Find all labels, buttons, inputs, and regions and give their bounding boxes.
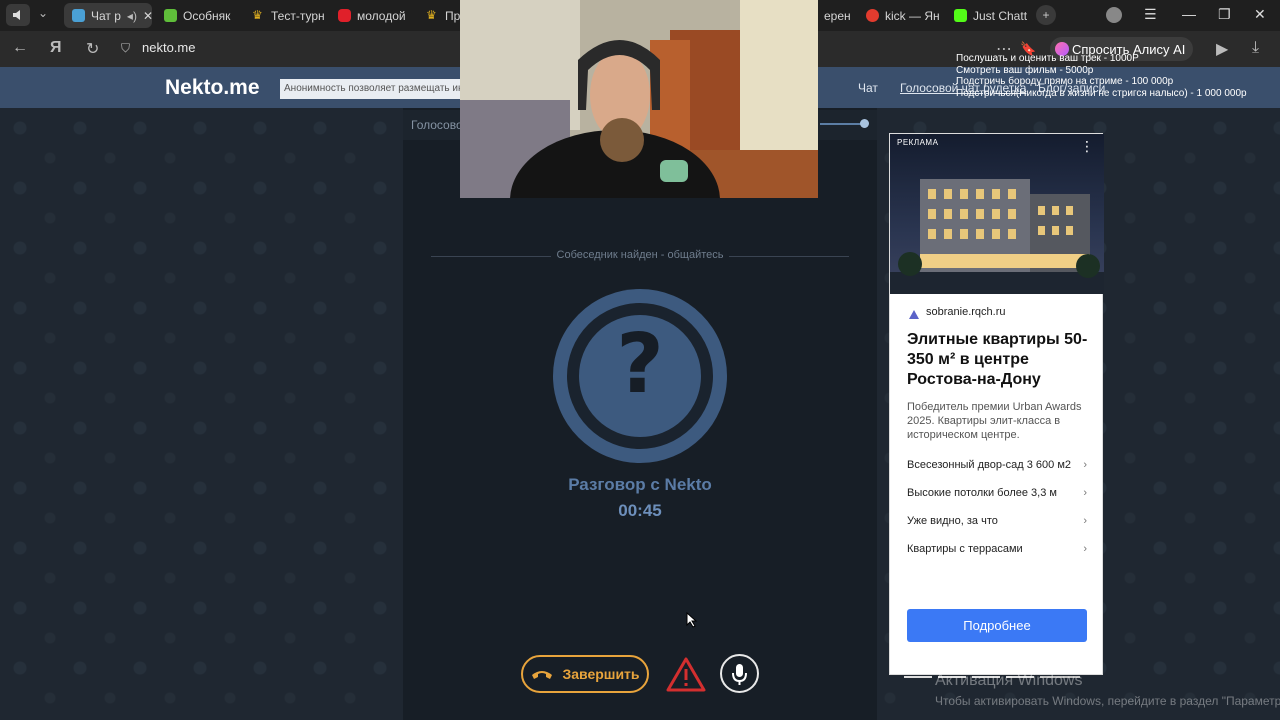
- reload-icon[interactable]: ↻: [86, 39, 99, 59]
- price-line: Подстричь бороду прямо на стриме - 100 0…: [956, 76, 1174, 87]
- windows-activation-subtitle: Чтобы активировать Windows, перейдите в …: [935, 694, 1280, 708]
- ad-link-item[interactable]: Квартиры с террасами ›: [907, 543, 1087, 555]
- ad-description: Победитель премии Urban Awards 2025. Ква…: [907, 401, 1082, 441]
- tab-label: ерен: [824, 8, 851, 23]
- back-icon[interactable]: ←: [12, 39, 28, 57]
- ad-link-label: Уже видно, за что: [907, 515, 998, 527]
- tab-favicon: [164, 9, 177, 22]
- tab-label: Тест-турн: [271, 8, 324, 23]
- ad-domain-icon: [908, 307, 920, 319]
- new-tab-button[interactable]: +: [1036, 5, 1056, 25]
- nav-link-chat[interactable]: Чат: [858, 81, 878, 95]
- ad-link-item[interactable]: Уже видно, за что ›: [907, 515, 1087, 527]
- building-illustration: [890, 179, 1104, 294]
- tab-chat[interactable]: Чат р ◂) ✕: [64, 3, 152, 28]
- ad-title[interactable]: Элитные квартиры 50-350 м² в центре Рост…: [907, 330, 1097, 390]
- partner-found-divider: Собеседник найден - общайтесь: [431, 248, 849, 264]
- tab-test-turn[interactable]: ♛ Тест-турн: [244, 3, 324, 28]
- price-line: Смотреть ваш фильм - 5000р: [956, 64, 1094, 76]
- tab-label: Особняк: [183, 8, 231, 23]
- close-window-button[interactable]: ✕: [1254, 6, 1266, 23]
- partner-found-text: Собеседник найден - общайтесь: [556, 249, 724, 261]
- tab-kick[interactable]: kick — Ян: [858, 3, 942, 28]
- chat-subheader-label: Голосово: [411, 118, 463, 132]
- report-button[interactable]: [666, 656, 706, 692]
- tab-favicon: [72, 9, 85, 22]
- ad-link-item[interactable]: Высокие потолки более 3,3 м ›: [907, 487, 1087, 499]
- close-icon[interactable]: ✕: [143, 9, 152, 23]
- chevron-right-icon: ›: [1083, 487, 1087, 499]
- kick-icon: [954, 9, 967, 22]
- phone-hangup-icon: [532, 671, 553, 679]
- ad-link-label: Квартиры с террасами: [907, 543, 1023, 555]
- sound-icon[interactable]: [6, 4, 30, 26]
- advertisement[interactable]: РЕКЛАМА ⋮ sobranie.rqch.ru Элитные кварт…: [889, 133, 1104, 678]
- download-icon[interactable]: ⤓: [1252, 39, 1259, 57]
- end-call-button[interactable]: Завершить: [521, 655, 649, 693]
- chevron-right-icon: ›: [1083, 543, 1087, 555]
- ad-menu-icon[interactable]: ⋮: [1080, 138, 1094, 155]
- ad-link-label: Высокие потолки более 3,3 м: [907, 487, 1057, 499]
- speaker-icon: ◂): [126, 8, 137, 23]
- tab-pr[interactable]: ♛ Пр: [418, 3, 460, 28]
- ad-domain[interactable]: sobranie.rqch.ru: [926, 306, 1006, 318]
- profile-avatar[interactable]: [1106, 7, 1122, 23]
- shield-icon[interactable]: ⛉: [121, 41, 130, 56]
- crown-icon: ♛: [426, 8, 437, 22]
- volume-slider-handle[interactable]: [860, 119, 869, 128]
- ad-label: РЕКЛАМА: [897, 138, 939, 147]
- ad-building-image[interactable]: РЕКЛАМА ⋮: [890, 134, 1104, 294]
- tab-label: Just Chatt: [973, 8, 1028, 23]
- restore-button[interactable]: ❐: [1218, 6, 1231, 23]
- yandex-home-icon[interactable]: Я: [50, 39, 62, 57]
- news-ticker: Анонимность позволяет размещать инф: [280, 79, 460, 99]
- tab-label: молодой: [357, 8, 406, 23]
- tab-just-chatting[interactable]: Just Chatt: [946, 3, 1028, 28]
- partner-avatar: ?: [553, 289, 727, 463]
- end-call-label: Завершить: [562, 666, 640, 682]
- price-line: Послушать и оценить ваш трек - 1000Р: [956, 53, 1139, 64]
- menu-icon[interactable]: ☰: [1144, 6, 1157, 23]
- youtube-icon: [338, 9, 351, 22]
- microphone-button[interactable]: [720, 654, 759, 693]
- call-timer: 00:45: [618, 501, 662, 520]
- webcam-image: [460, 0, 818, 198]
- tab-label: Пр: [445, 8, 460, 23]
- url-field[interactable]: nekto.me: [142, 40, 195, 55]
- warning-icon: [666, 657, 706, 692]
- tab-osobnyak[interactable]: Особняк: [156, 3, 238, 28]
- tab-label: kick — Ян: [885, 8, 940, 23]
- ad-carousel-indicator: [904, 665, 1090, 678]
- tab-youtube[interactable]: молодой: [330, 3, 412, 28]
- chevron-right-icon: ›: [1083, 515, 1087, 527]
- crown-icon: ♛: [252, 8, 263, 22]
- conversation-title: Разговор с Nekto: [568, 475, 712, 494]
- yandex-icon: [866, 9, 879, 22]
- minimize-button[interactable]: —: [1182, 6, 1196, 22]
- windows-activation-title: Активация Windows: [935, 672, 1083, 689]
- tab-label: Чат р: [91, 8, 121, 23]
- webcam-overlay: [460, 0, 818, 198]
- ad-link-label: Всесезонный двор-сад 3 600 м2: [907, 459, 1072, 471]
- chevron-down-icon[interactable]: ⌄: [38, 6, 48, 20]
- mouse-cursor: [686, 611, 698, 633]
- ad-link-item[interactable]: Всесезонный двор-сад 3 600 м2 ›: [907, 459, 1087, 471]
- chevron-right-icon: ›: [1083, 459, 1087, 471]
- microphone-icon: [732, 664, 747, 685]
- site-logo[interactable]: Nekto.me: [165, 76, 260, 100]
- ad-more-button[interactable]: Подробнее: [907, 609, 1087, 642]
- question-mark-icon: ?: [616, 317, 664, 412]
- price-line: Подстричься(Никогда в жизни не стригся н…: [956, 87, 1247, 99]
- stream-price-overlay: Послушать и оценить ваш трек - 1000Р Смо…: [956, 53, 1247, 99]
- tab-hidden[interactable]: ерен: [816, 3, 854, 28]
